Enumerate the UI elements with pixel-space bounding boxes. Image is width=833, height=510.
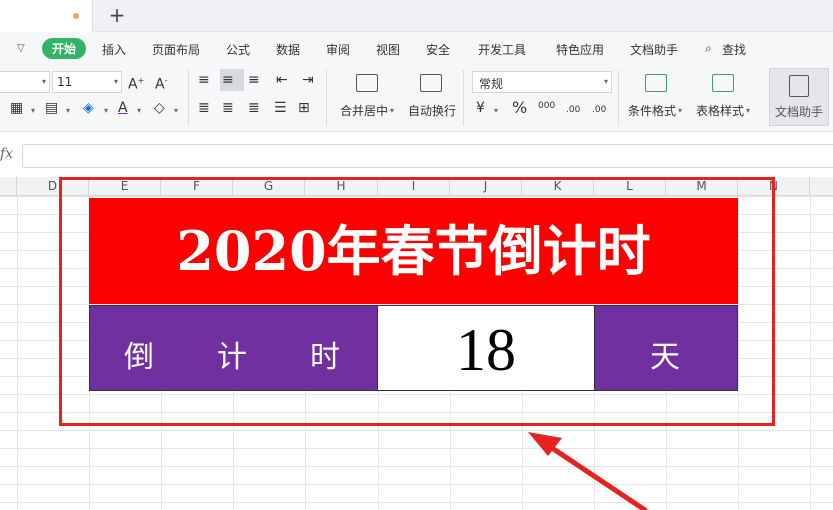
annotation-arrow-icon bbox=[528, 432, 648, 510]
